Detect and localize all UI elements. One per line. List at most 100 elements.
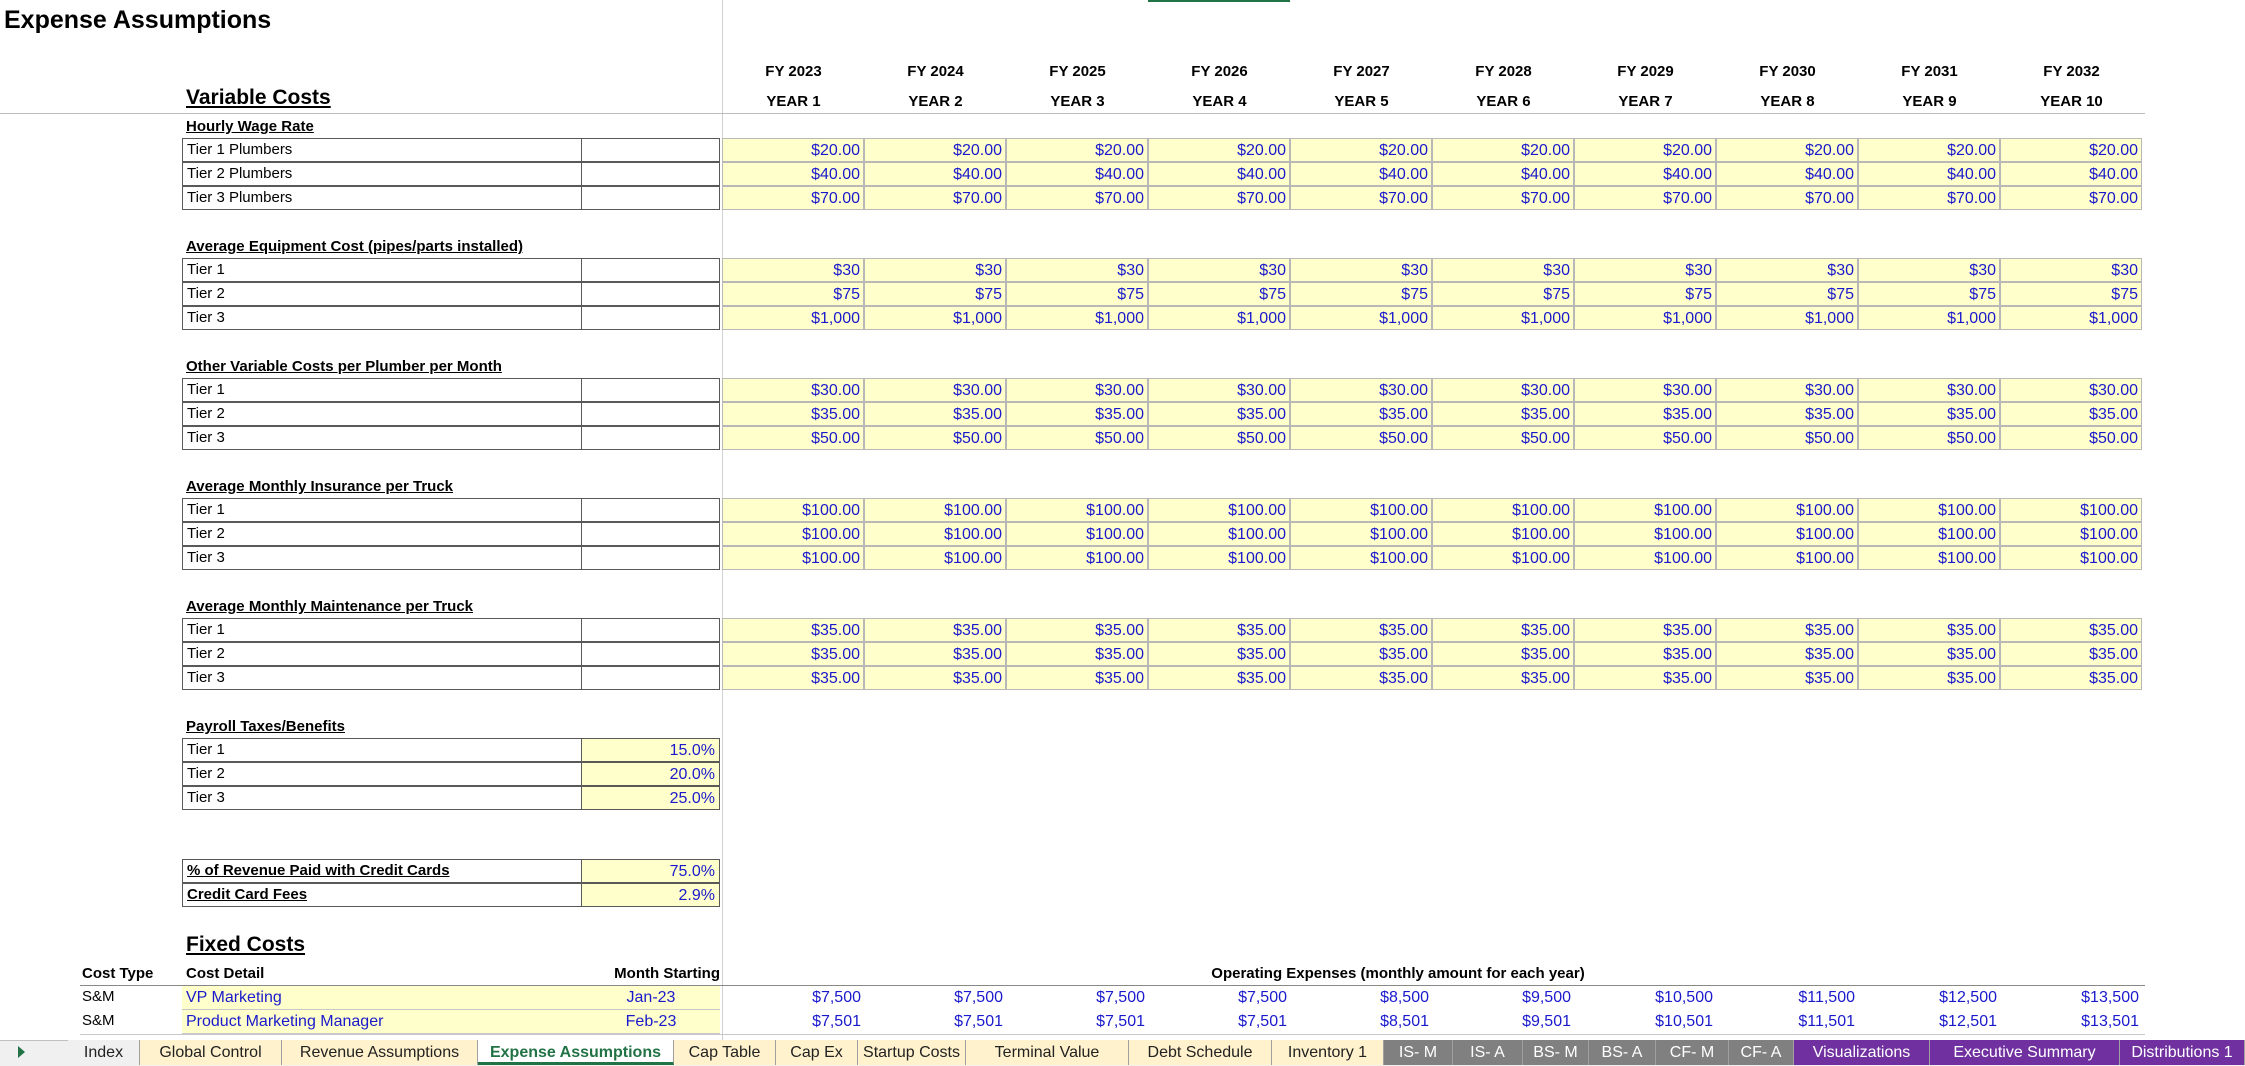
- input-cell[interactable]: $35.00: [2000, 618, 2142, 642]
- input-cell[interactable]: $35.00: [1432, 402, 1574, 426]
- input-cell[interactable]: $35.00: [1716, 402, 1858, 426]
- input-cell[interactable]: $35.00: [1716, 618, 1858, 642]
- input-cell[interactable]: $30: [1716, 258, 1858, 282]
- input-cell[interactable]: $20.00: [1432, 138, 1574, 162]
- input-cell[interactable]: $100.00: [722, 546, 864, 570]
- input-cell[interactable]: 25.0%: [582, 786, 720, 810]
- input-cell[interactable]: $20.00: [1716, 138, 1858, 162]
- row-label[interactable]: Tier 3: [182, 306, 582, 330]
- row-spacer-cell[interactable]: [582, 642, 720, 666]
- input-cell[interactable]: $100.00: [864, 546, 1006, 570]
- input-cell[interactable]: $70.00: [1290, 186, 1432, 210]
- tab-cap-ex[interactable]: Cap Ex: [776, 1040, 858, 1065]
- input-cell[interactable]: $35.00: [1148, 666, 1290, 690]
- input-cell[interactable]: $35.00: [1574, 666, 1716, 690]
- tab-inventory-1[interactable]: Inventory 1: [1272, 1040, 1384, 1065]
- opex-cell[interactable]: $7,500: [1148, 986, 1290, 1010]
- opex-cell[interactable]: $7,501: [864, 1010, 1006, 1034]
- input-cell[interactable]: $35.00: [1858, 618, 2000, 642]
- input-cell[interactable]: $35.00: [864, 402, 1006, 426]
- input-cell[interactable]: $35.00: [1432, 642, 1574, 666]
- row-spacer-cell[interactable]: [582, 306, 720, 330]
- input-cell[interactable]: $1,000: [1432, 306, 1574, 330]
- opex-cell[interactable]: $10,500: [1574, 986, 1716, 1010]
- tab-expense-assumptions[interactable]: Expense Assumptions: [478, 1040, 674, 1065]
- opex-cell[interactable]: $7,500: [1006, 986, 1148, 1010]
- cost-type-cell[interactable]: S&M: [82, 988, 115, 1005]
- input-cell[interactable]: $75: [1574, 282, 1716, 306]
- row-spacer-cell[interactable]: [582, 546, 720, 570]
- input-cell[interactable]: $40.00: [1290, 162, 1432, 186]
- input-cell[interactable]: $100.00: [1148, 498, 1290, 522]
- row-spacer-cell[interactable]: [582, 402, 720, 426]
- credit-row-label[interactable]: % of Revenue Paid with Credit Cards: [182, 859, 582, 883]
- input-cell[interactable]: $30: [2000, 258, 2142, 282]
- opex-cell[interactable]: $9,501: [1432, 1010, 1574, 1034]
- input-cell[interactable]: $1,000: [1574, 306, 1716, 330]
- input-cell[interactable]: $75: [1432, 282, 1574, 306]
- input-cell[interactable]: $30.00: [1432, 378, 1574, 402]
- input-cell[interactable]: $20.00: [1290, 138, 1432, 162]
- input-cell[interactable]: $40.00: [1858, 162, 2000, 186]
- row-spacer-cell[interactable]: [582, 498, 720, 522]
- input-cell[interactable]: $100.00: [1148, 546, 1290, 570]
- input-cell[interactable]: $50.00: [1290, 426, 1432, 450]
- row-label[interactable]: Tier 3: [182, 546, 582, 570]
- input-cell[interactable]: $30.00: [1716, 378, 1858, 402]
- opex-cell[interactable]: $11,500: [1716, 986, 1858, 1010]
- input-cell[interactable]: $100.00: [2000, 522, 2142, 546]
- input-cell[interactable]: $35.00: [1432, 618, 1574, 642]
- input-cell[interactable]: $75: [1290, 282, 1432, 306]
- input-cell[interactable]: $20.00: [2000, 138, 2142, 162]
- input-cell[interactable]: $20.00: [1148, 138, 1290, 162]
- input-cell[interactable]: $50.00: [1858, 426, 2000, 450]
- tab-terminal-value[interactable]: Terminal Value: [966, 1040, 1129, 1065]
- input-cell[interactable]: $75: [1148, 282, 1290, 306]
- input-cell[interactable]: $35.00: [722, 642, 864, 666]
- input-cell[interactable]: $20.00: [722, 138, 864, 162]
- input-cell[interactable]: $100.00: [1858, 522, 2000, 546]
- tab-scroll-right-icon[interactable]: [18, 1046, 25, 1058]
- input-cell[interactable]: 20.0%: [582, 762, 720, 786]
- input-cell[interactable]: $30: [1858, 258, 2000, 282]
- input-cell[interactable]: $40.00: [722, 162, 864, 186]
- input-cell[interactable]: $35.00: [722, 402, 864, 426]
- tab-is-m[interactable]: IS- M: [1384, 1040, 1453, 1065]
- opex-cell[interactable]: $12,500: [1858, 986, 2000, 1010]
- input-cell[interactable]: $100.00: [722, 498, 864, 522]
- input-cell[interactable]: $35.00: [1148, 642, 1290, 666]
- row-spacer-cell[interactable]: [582, 522, 720, 546]
- input-cell[interactable]: $100.00: [1290, 498, 1432, 522]
- tab-cf-a[interactable]: CF- A: [1729, 1040, 1794, 1065]
- input-cell[interactable]: $30: [1148, 258, 1290, 282]
- input-cell[interactable]: $100.00: [1432, 498, 1574, 522]
- opex-cell[interactable]: $13,501: [2000, 1010, 2142, 1034]
- input-cell[interactable]: $35.00: [1574, 642, 1716, 666]
- row-label[interactable]: Tier 1: [182, 378, 582, 402]
- row-label[interactable]: Tier 3: [182, 786, 582, 810]
- input-cell[interactable]: $100.00: [1716, 498, 1858, 522]
- input-cell[interactable]: $100.00: [1290, 546, 1432, 570]
- input-cell[interactable]: $70.00: [722, 186, 864, 210]
- credit-row-label[interactable]: Credit Card Fees: [182, 883, 582, 907]
- input-cell[interactable]: $50.00: [1432, 426, 1574, 450]
- input-cell[interactable]: $50.00: [1148, 426, 1290, 450]
- input-cell[interactable]: $1,000: [1716, 306, 1858, 330]
- input-cell[interactable]: $1,000: [1858, 306, 2000, 330]
- input-cell[interactable]: $35.00: [1148, 618, 1290, 642]
- input-cell[interactable]: $35.00: [1716, 642, 1858, 666]
- input-cell[interactable]: $20.00: [1858, 138, 2000, 162]
- input-cell[interactable]: $50.00: [2000, 426, 2142, 450]
- input-cell[interactable]: $75: [1006, 282, 1148, 306]
- row-label[interactable]: Tier 2: [182, 402, 582, 426]
- input-cell[interactable]: $35.00: [1858, 666, 2000, 690]
- input-cell[interactable]: $1,000: [2000, 306, 2142, 330]
- input-cell[interactable]: $35.00: [2000, 402, 2142, 426]
- input-cell[interactable]: $70.00: [1148, 186, 1290, 210]
- input-cell[interactable]: $100.00: [1290, 522, 1432, 546]
- input-cell[interactable]: $20.00: [1574, 138, 1716, 162]
- month-starting-cell[interactable]: Jan-23: [582, 986, 720, 1010]
- input-cell[interactable]: $30.00: [1006, 378, 1148, 402]
- row-label[interactable]: Tier 1: [182, 498, 582, 522]
- input-cell[interactable]: $40.00: [864, 162, 1006, 186]
